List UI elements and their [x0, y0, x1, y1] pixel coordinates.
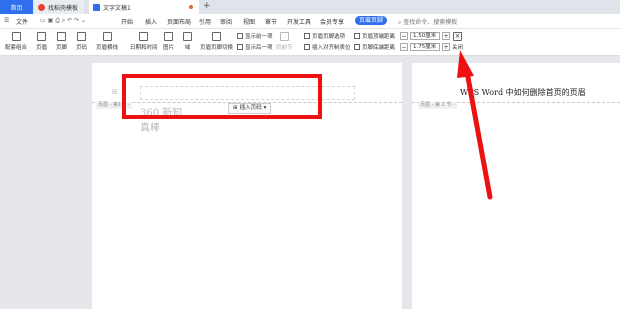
arrow-head-icon: [457, 50, 474, 78]
arrow-shaft: [464, 69, 493, 200]
annotation-arrow: [457, 50, 493, 200]
